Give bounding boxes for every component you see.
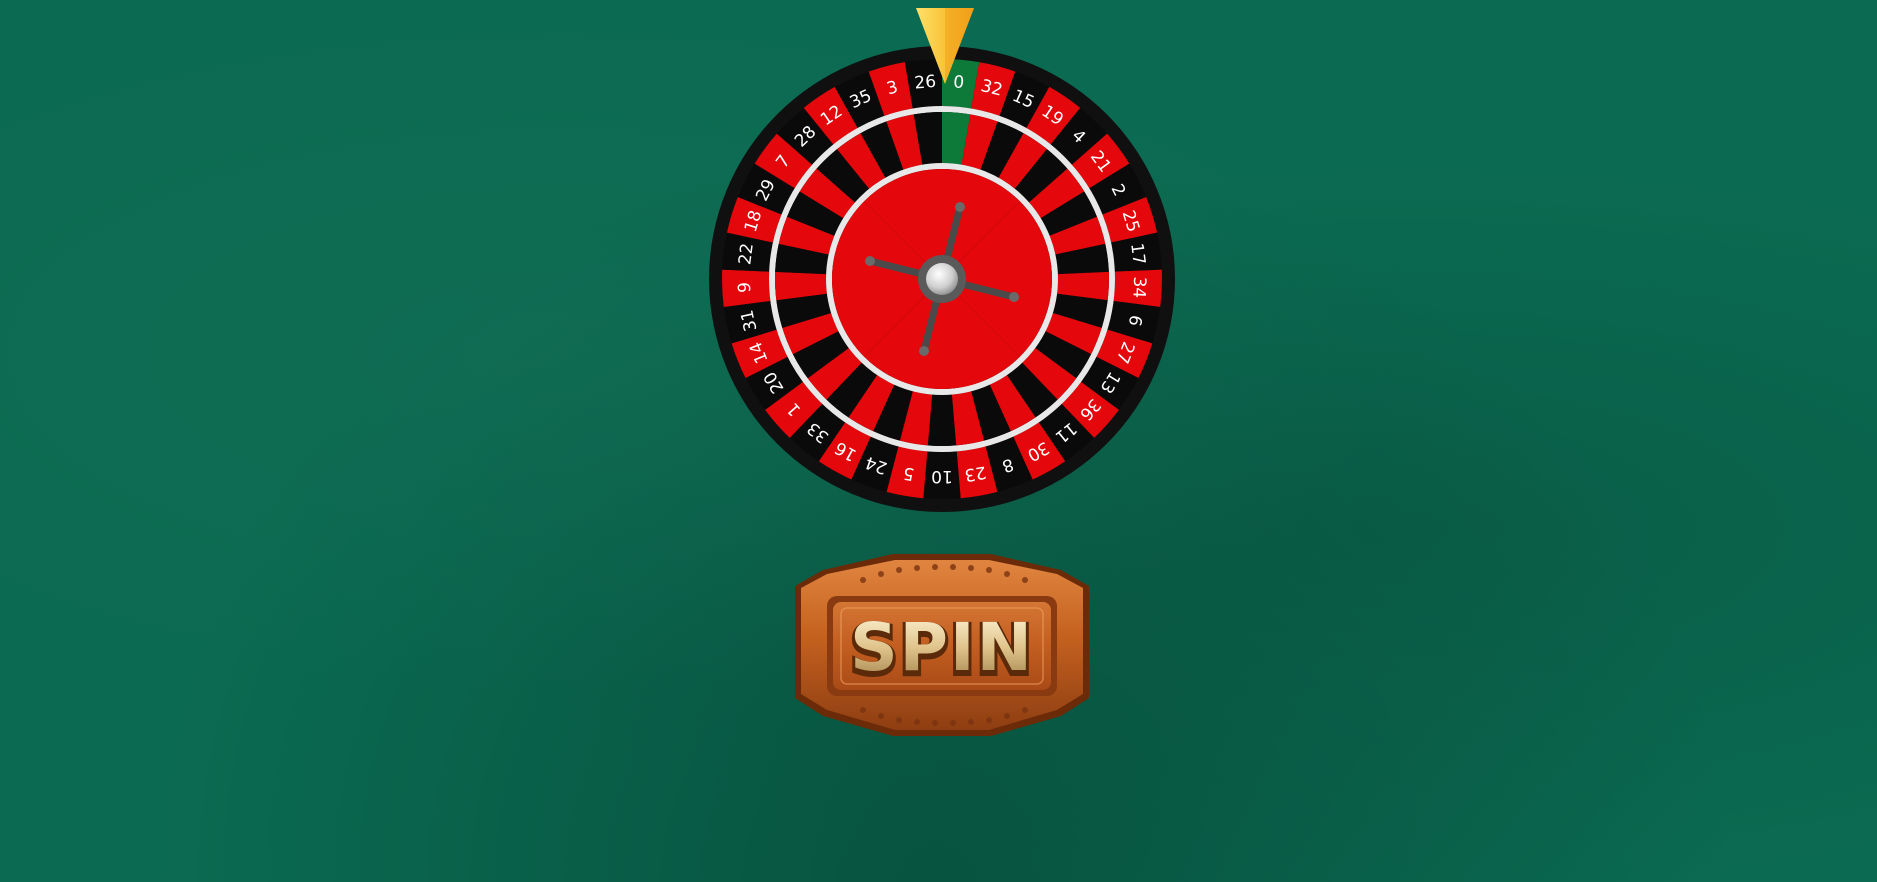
pointer-arrow-icon: [916, 8, 974, 84]
roulette-wheel-graphic: 0 32 1519421225173462713361130823105241633…: [709, 46, 1175, 512]
roulette-wheel: 0 32 15 19 4 21 2 25 17 34 6 27 13 36 11 30 8 23 10 5 24 16 33…: [707, 44, 1177, 514]
wheel-hub: [926, 263, 958, 295]
pocket-number-label: 22: [735, 242, 758, 266]
pocket-number-label: 9: [735, 282, 755, 294]
spin-button-plaque: SPIN SPIN: [795, 554, 1089, 736]
spoke-10: [927, 394, 957, 446]
pocket-number-label: 17: [1126, 242, 1149, 266]
pocket-number-label: 34: [1128, 276, 1149, 298]
pocket-number-label: 23: [963, 461, 988, 484]
spin-label: SPIN: [850, 609, 1034, 686]
spin-button[interactable]: SPIN SPIN: [793, 548, 1091, 742]
pocket-number-label: 10: [931, 466, 953, 486]
